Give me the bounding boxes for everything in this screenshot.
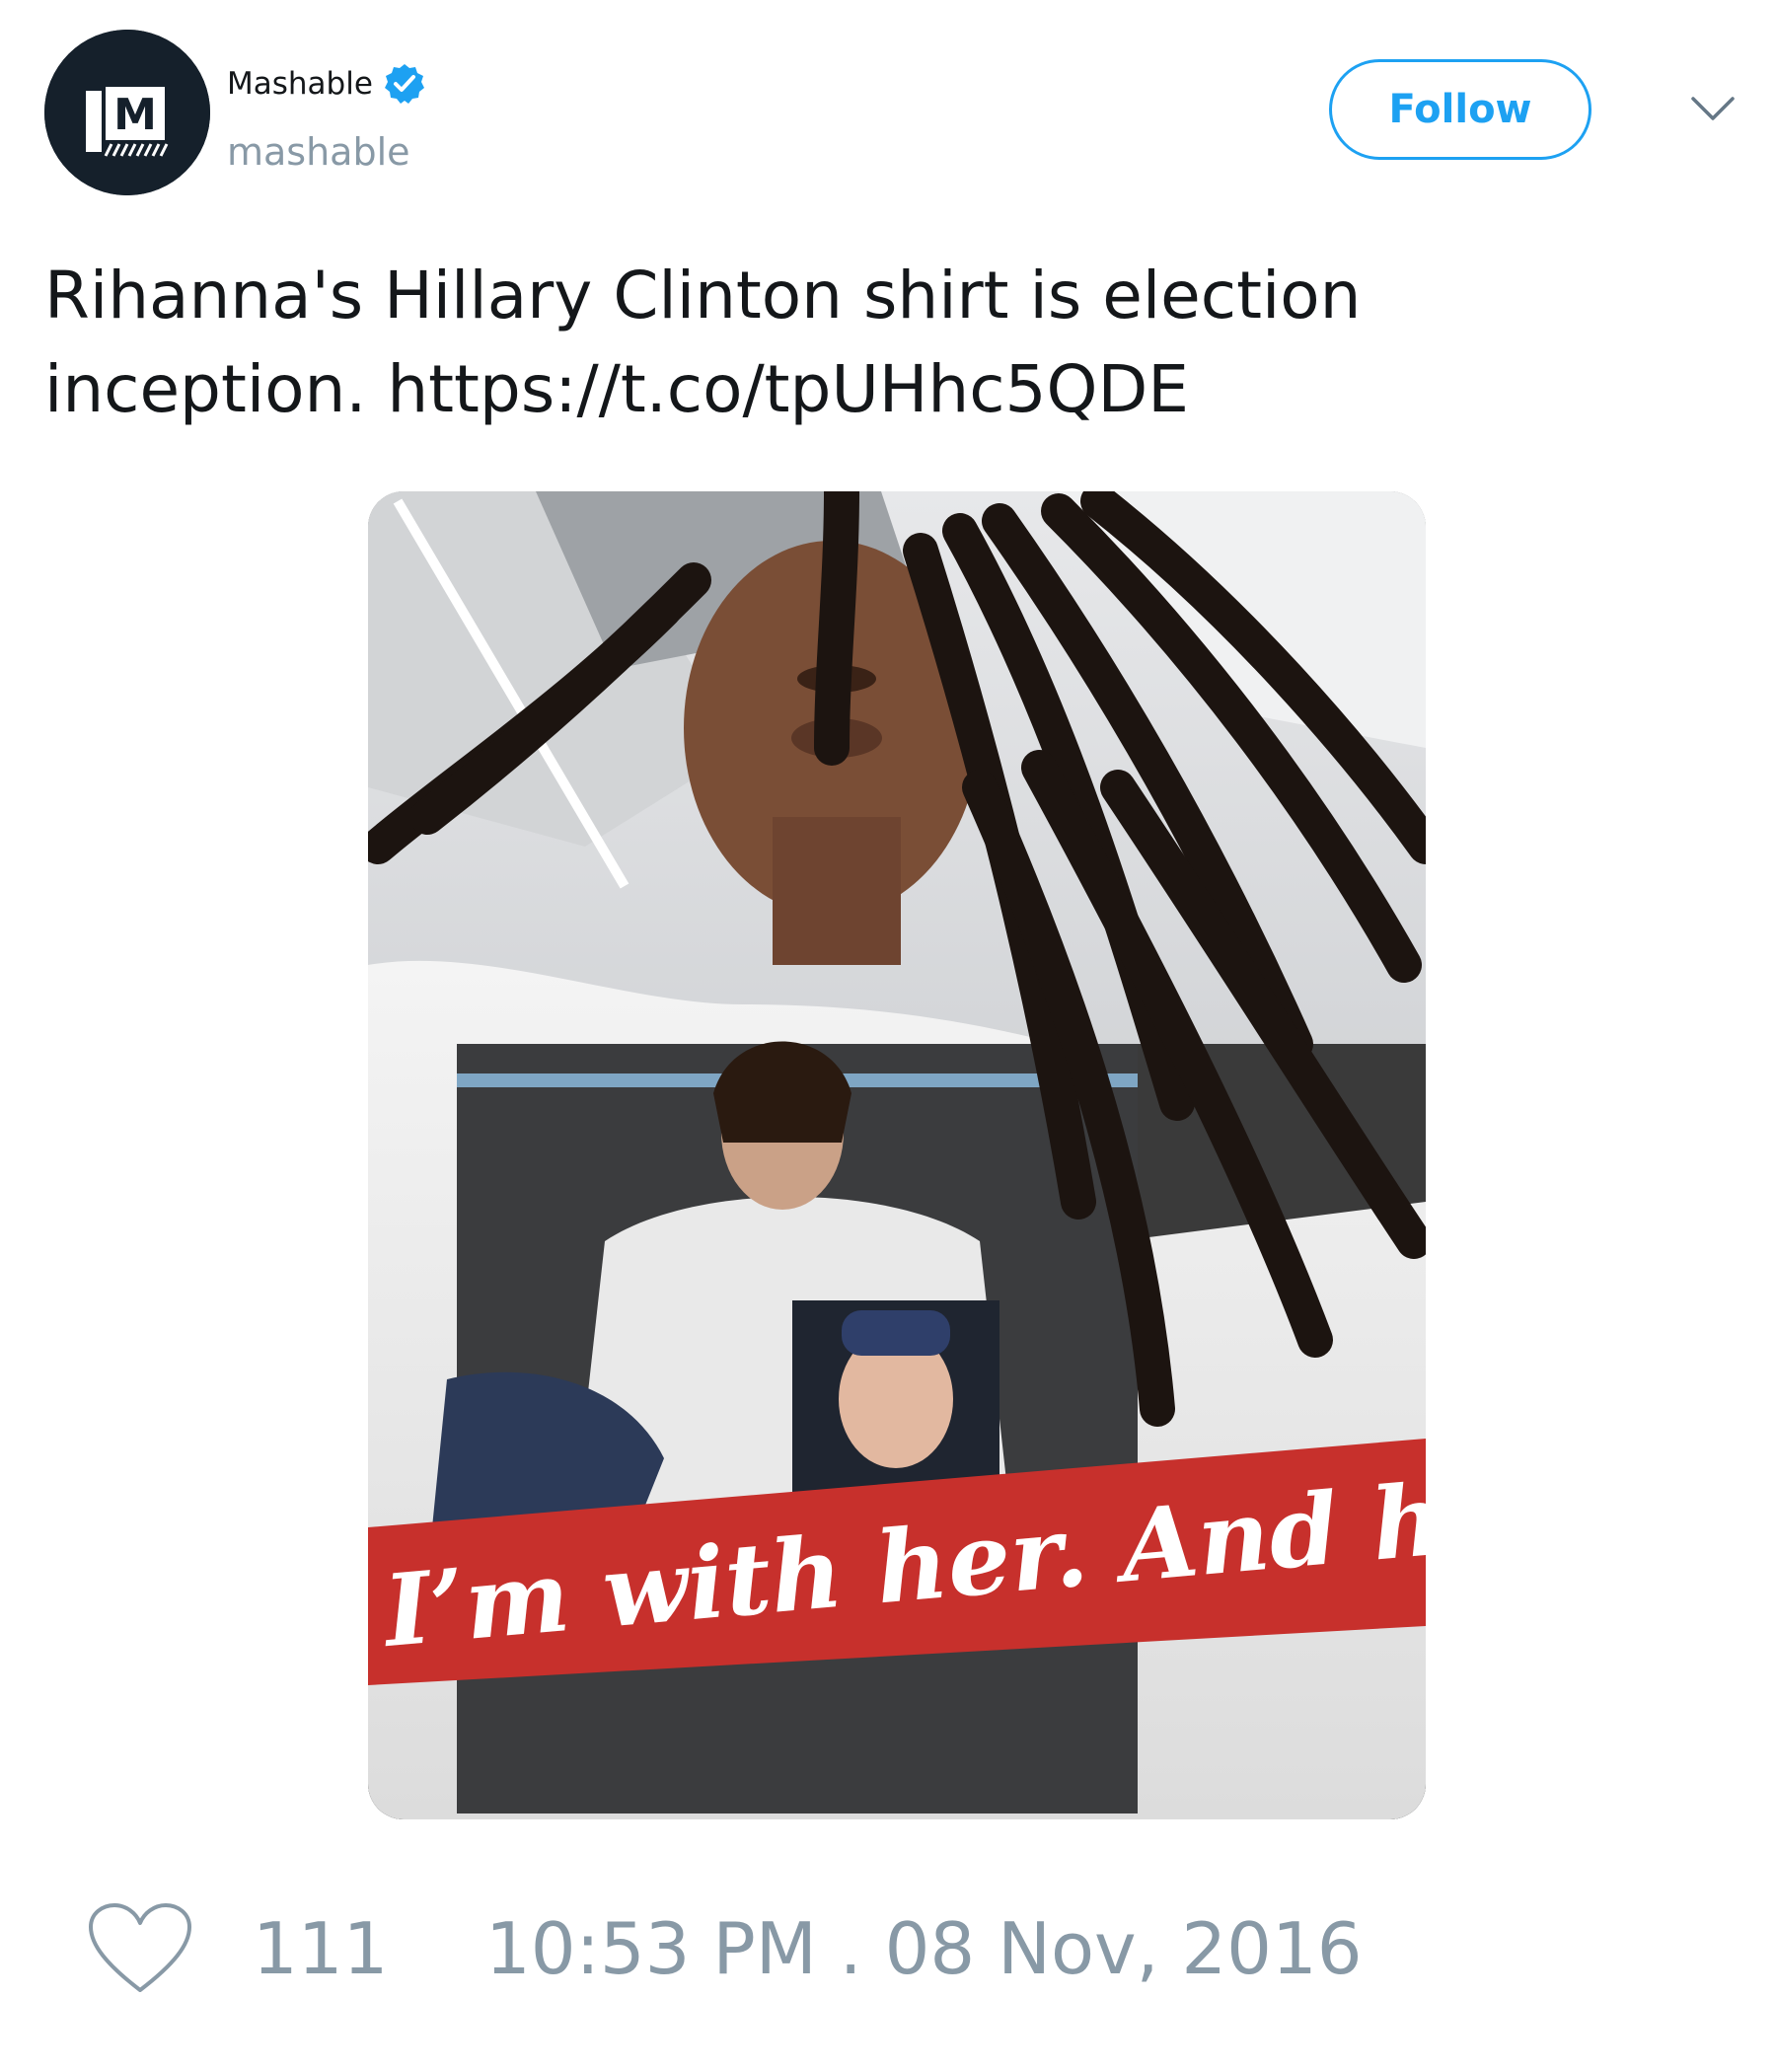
tweet-text: Rihanna's Hillary Clinton shirt is elect… [44, 249, 1722, 436]
avatar[interactable]: M [44, 30, 210, 195]
author-name-row: Mashable [227, 61, 426, 107]
author-handle[interactable]: mashable [227, 124, 410, 180]
heart-icon[interactable] [87, 1901, 193, 1996]
tweet-text-line1: Rihanna's Hillary Clinton shirt is elect… [44, 258, 1362, 333]
follow-button[interactable]: Follow [1329, 59, 1591, 160]
timestamp[interactable]: 10:53 PM . 08 Nov, 2016 [485, 1899, 1363, 1998]
tweet-text-line2: inception. https://t.co/tpUHhc5QDE [44, 342, 1722, 436]
mashable-logo-icon: M [44, 30, 210, 195]
photo-illustration: I’m with her. And he [368, 491, 1426, 1819]
author-name[interactable]: Mashable [227, 61, 373, 107]
avatar-letter: M [113, 90, 157, 140]
chevron-down-icon[interactable] [1689, 91, 1737, 126]
verified-badge-icon [384, 64, 424, 104]
tweet-link[interactable]: https://t.co/tpUHhc5QDE [387, 351, 1189, 427]
tweet-text-prefix: inception. [44, 351, 388, 427]
like-count: 111 [253, 1907, 389, 1990]
tweet-photo[interactable]: I’m with her. And he [368, 491, 1426, 1819]
